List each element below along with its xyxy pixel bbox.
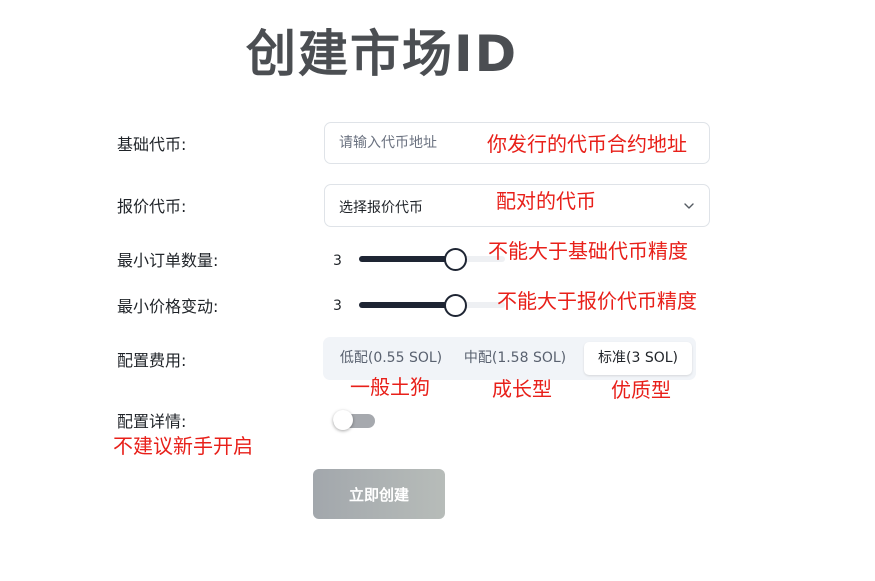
quote-token-label: 报价代币: bbox=[117, 197, 187, 216]
config-details-label: 配置详情: bbox=[117, 412, 187, 431]
annotation-base-token: 你发行的代币合约地址 bbox=[487, 132, 687, 156]
annotation-config-details: 不建议新手开启 bbox=[113, 434, 253, 458]
config-details-toggle[interactable] bbox=[333, 410, 375, 430]
min-order-size-value: 3 bbox=[333, 253, 342, 269]
min-price-tick-value: 3 bbox=[333, 298, 342, 314]
slider-fill bbox=[359, 302, 456, 308]
page-title: 创建市场ID bbox=[246, 25, 519, 83]
annotation-fee-standard: 优质型 bbox=[611, 378, 671, 402]
fee-config-label: 配置费用: bbox=[117, 351, 187, 370]
slider-fill bbox=[359, 256, 456, 262]
fee-option-mid[interactable]: 中配(1.58 SOL) bbox=[455, 342, 575, 375]
min-order-size-label: 最小订单数量: bbox=[117, 251, 219, 270]
annotation-quote-token: 配对的代币 bbox=[496, 189, 596, 213]
slider-thumb[interactable] bbox=[444, 248, 468, 271]
slider-thumb[interactable] bbox=[444, 294, 468, 317]
base-token-label: 基础代币: bbox=[117, 135, 187, 154]
min-price-tick-label: 最小价格变动: bbox=[117, 297, 219, 316]
quote-token-selected-value: 选择报价代币 bbox=[339, 200, 423, 216]
min-price-tick-slider[interactable] bbox=[359, 293, 505, 317]
annotation-fee-mid: 成长型 bbox=[492, 377, 552, 401]
annotation-min-price-tick: 不能大于报价代币精度 bbox=[497, 289, 697, 313]
fee-option-low[interactable]: 低配(0.55 SOL) bbox=[329, 342, 453, 375]
toggle-knob bbox=[333, 410, 353, 430]
fee-option-standard[interactable]: 标准(3 SOL) bbox=[584, 342, 692, 375]
min-order-size-slider[interactable] bbox=[359, 247, 505, 271]
chevron-down-icon bbox=[684, 203, 694, 209]
create-button[interactable]: 立即创建 bbox=[313, 469, 445, 519]
annotation-fee-low: 一般土狗 bbox=[350, 375, 430, 399]
annotation-min-order-size: 不能大于基础代币精度 bbox=[488, 239, 688, 263]
